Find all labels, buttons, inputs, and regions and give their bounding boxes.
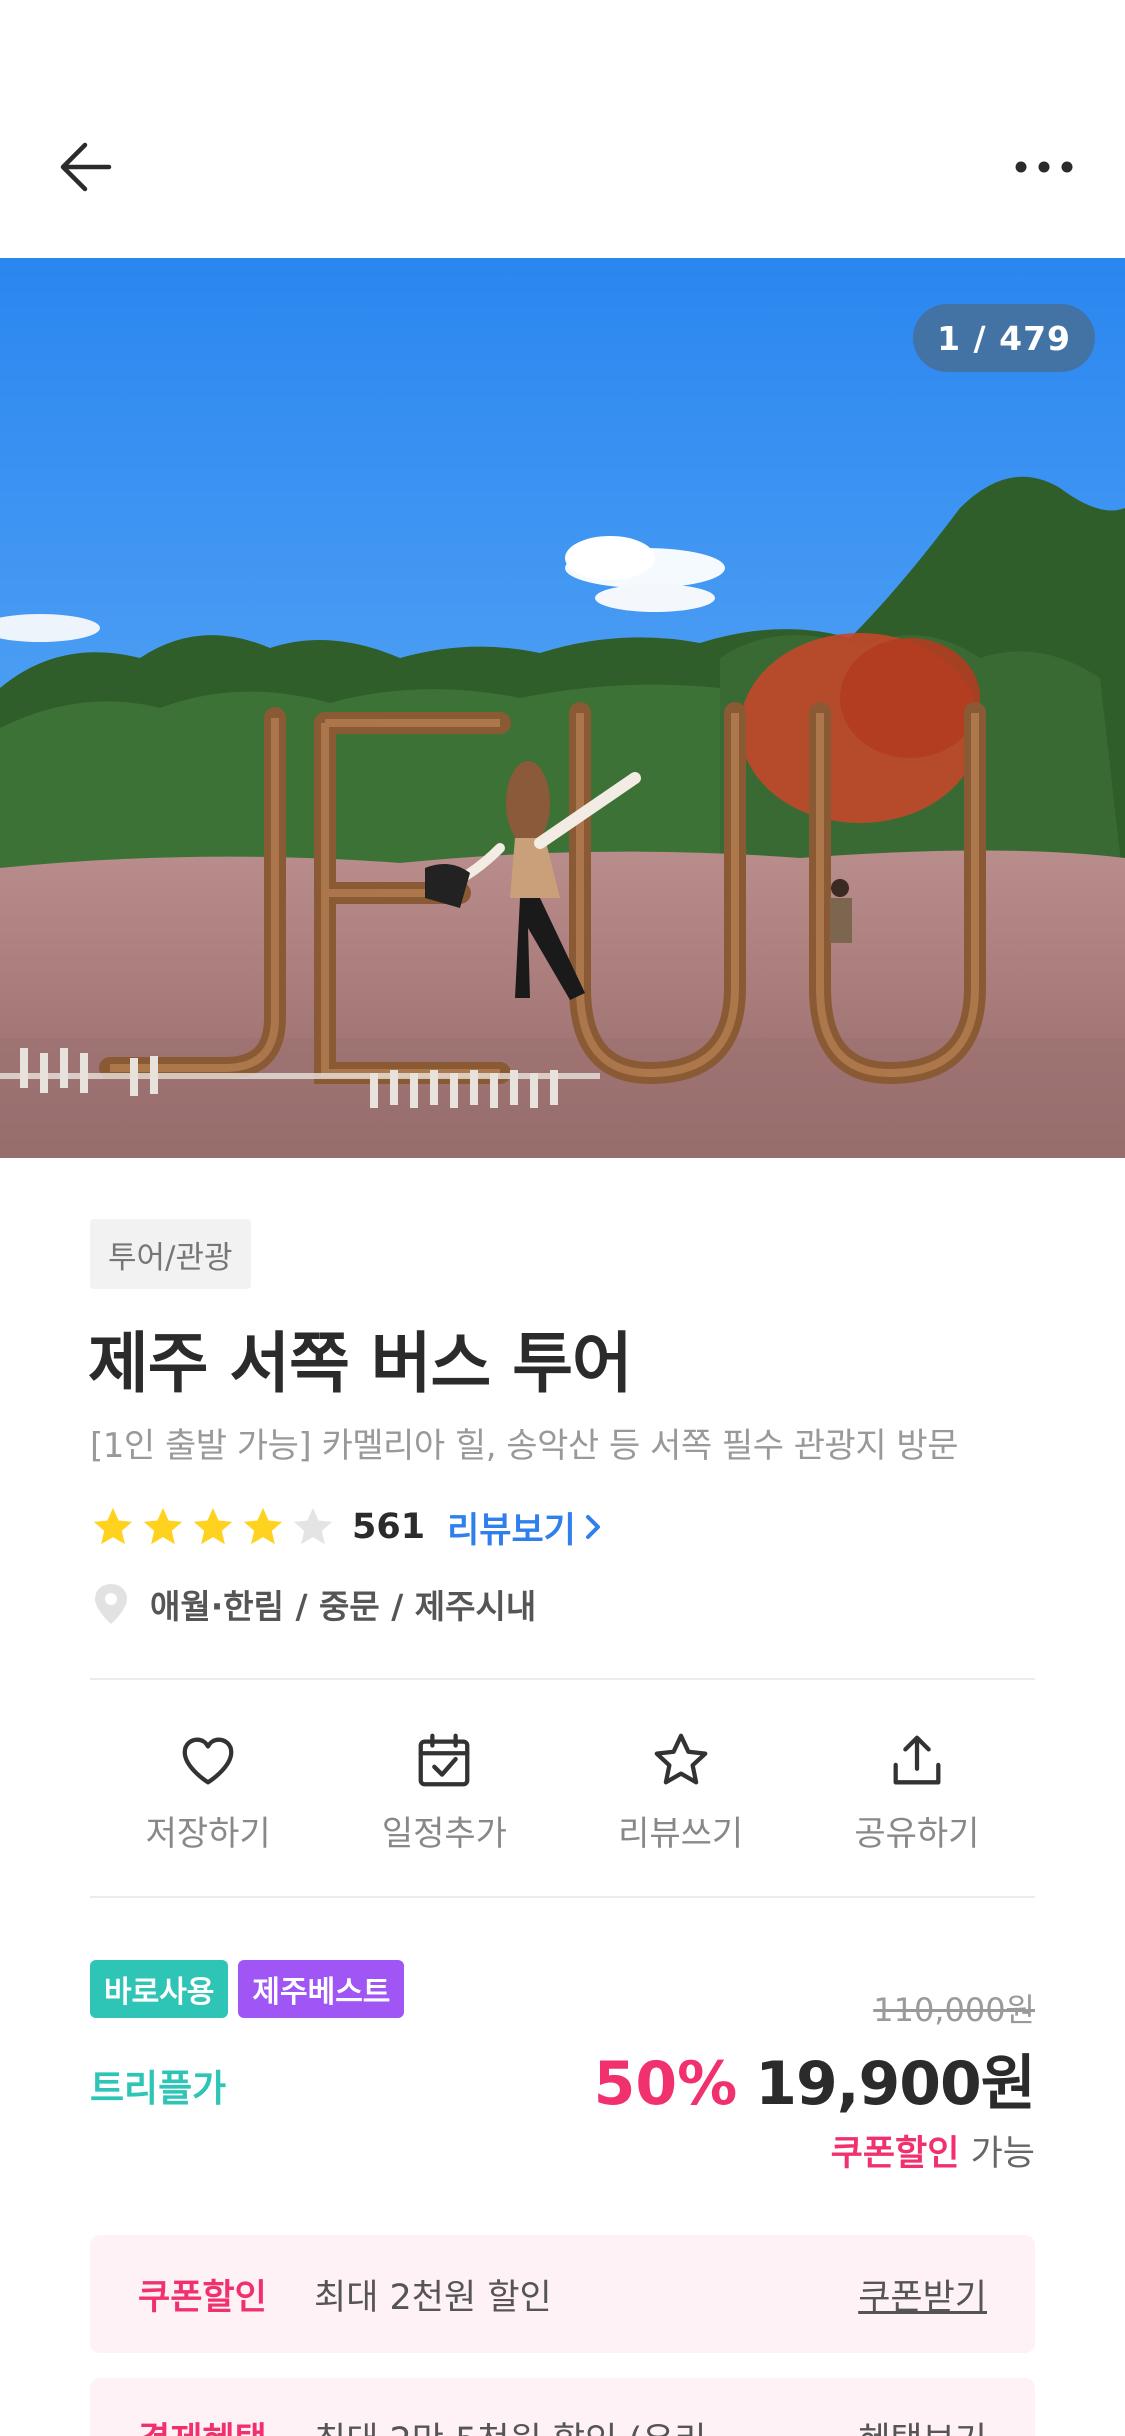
jeju-best-badge: 제주베스트: [238, 1960, 405, 2018]
discount-rate: 50%: [593, 2049, 738, 2119]
category-tag: 투어/관광: [90, 1219, 251, 1289]
original-price: 110,000원: [873, 1991, 1035, 2029]
star-filled-icon: [193, 1507, 233, 1545]
divider: [90, 1678, 1035, 1680]
more-horizontal-icon: [1015, 161, 1073, 173]
review-count: 561: [352, 1507, 426, 1547]
write-review-label: 리뷰쓰기: [618, 1814, 744, 1854]
benefit-desc: 최대 2천원 할인: [314, 2277, 552, 2318]
get-coupon-link[interactable]: 쿠폰받기: [858, 2269, 987, 2320]
top-app-bar: [0, 0, 1125, 258]
star-filled-icon: [243, 1507, 283, 1545]
calendar-check-icon: [418, 1733, 470, 1787]
location-pin-icon: [95, 1584, 127, 1624]
save-label: 저장하기: [145, 1814, 271, 1854]
coupon-highlight: 쿠폰할인: [830, 2134, 960, 2174]
arrow-left-icon: [60, 142, 112, 192]
triple-price-label: 트리플가: [90, 2067, 227, 2110]
benefit-desc: 최대 2만 5천원 할인 (우리: [314, 2412, 858, 2436]
share-button[interactable]: 공유하기: [799, 1700, 1035, 1865]
badge-row: 바로사용 제주베스트: [90, 1960, 405, 2018]
divider: [90, 1896, 1035, 1898]
star-rating: [90, 1504, 336, 1550]
view-reviews-label: 리뷰보기: [447, 1510, 576, 1551]
photo-counter: 1 / 479: [913, 304, 1095, 372]
back-button[interactable]: [50, 130, 124, 204]
action-bar: 저장하기 일정추가 리뷰쓰기 공유하기: [90, 1700, 1035, 1865]
view-reviews-link[interactable]: 리뷰보기: [447, 1502, 602, 1553]
payment-benefit-row[interactable]: 결제혜택 최대 2만 5천원 할인 (우리 혜택보기: [90, 2378, 1035, 2436]
add-schedule-label: 일정추가: [381, 1814, 507, 1854]
benefit-title: 결제혜택: [138, 2412, 314, 2436]
rating-row: 561 리뷰보기: [90, 1500, 602, 1554]
heart-icon: [182, 1737, 234, 1785]
add-schedule-button[interactable]: 일정추가: [326, 1700, 562, 1865]
chevron-right-icon: [585, 1515, 600, 1539]
coupon-availability: 쿠폰할인 가능: [831, 2125, 1035, 2176]
sale-price: 19,900원: [755, 2049, 1036, 2119]
coupon-suffix: 가능: [959, 2134, 1035, 2174]
star-filled-icon: [93, 1507, 133, 1545]
save-button[interactable]: 저장하기: [90, 1700, 326, 1865]
product-subtitle: [1인 출발 가능] 카멜리아 힐, 송악산 등 서쪽 필수 관광지 방문: [90, 1426, 958, 1466]
hero-photo-carousel[interactable]: 1 / 479: [0, 258, 1125, 1158]
view-benefits-link[interactable]: 혜택보기: [858, 2412, 987, 2436]
hero-photo: [0, 258, 1125, 1158]
location-text: 애월·한림 / 중문 / 제주시내: [150, 1587, 537, 1626]
star-empty-icon: [293, 1507, 333, 1545]
write-review-button[interactable]: 리뷰쓰기: [563, 1700, 799, 1865]
coupon-benefit-row[interactable]: 쿠폰할인 최대 2천원 할인 쿠폰받기: [90, 2235, 1035, 2353]
share-label: 공유하기: [854, 1814, 980, 1854]
page-title: 제주 서쪽 버스 투어: [88, 1325, 633, 1402]
star-outline-icon: [654, 1733, 707, 1785]
location-row: 애월·한림 / 중문 / 제주시내: [92, 1577, 536, 1631]
more-options-button[interactable]: [999, 134, 1089, 200]
benefit-title: 쿠폰할인: [138, 2277, 267, 2318]
share-icon: [893, 1735, 941, 1785]
star-filled-icon: [143, 1507, 183, 1545]
instant-use-badge: 바로사용: [90, 1960, 229, 2018]
price-row: 50% 19,900원: [593, 2035, 1036, 2122]
